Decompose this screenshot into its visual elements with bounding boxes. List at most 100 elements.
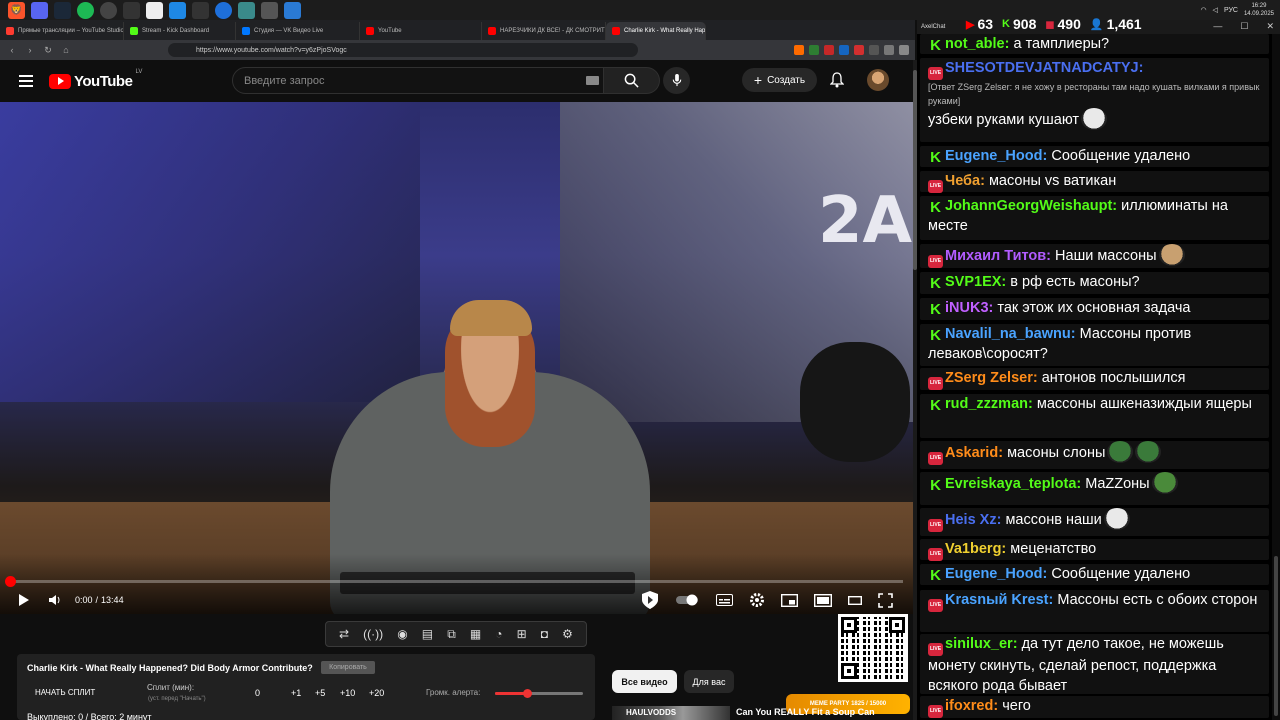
youtube-logo[interactable]: YouTube LV bbox=[49, 69, 142, 90]
chat-nickname[interactable]: Eugene_Hood: bbox=[945, 148, 1047, 164]
gear-icon[interactable]: ⚙ bbox=[562, 627, 573, 641]
increment-button[interactable]: +5 bbox=[315, 688, 325, 698]
settings-button[interactable] bbox=[749, 592, 765, 608]
clock[interactable]: 16:29 14.09.2025 bbox=[1244, 2, 1274, 18]
discord-icon[interactable] bbox=[31, 1, 48, 19]
steam-icon[interactable] bbox=[54, 1, 71, 19]
maximize-icon[interactable]: ☐ bbox=[1240, 21, 1248, 32]
avatar[interactable] bbox=[867, 69, 889, 91]
sponsor-button[interactable] bbox=[640, 590, 660, 610]
chat-nickname[interactable]: Чеба: bbox=[945, 173, 985, 189]
chat-nickname[interactable]: sinilux_er: bbox=[945, 636, 1018, 652]
add-box-icon[interactable]: ⊞ bbox=[517, 627, 527, 641]
notifications-button[interactable] bbox=[829, 72, 845, 93]
scrubber-handle[interactable] bbox=[5, 576, 16, 587]
mute-button[interactable] bbox=[48, 594, 61, 606]
browser-tab[interactable]: Студия — VK Видео Live bbox=[236, 22, 360, 40]
extension-icon[interactable] bbox=[854, 45, 864, 55]
camera-icon[interactable]: ◘ bbox=[541, 627, 548, 641]
chat-scrollbar[interactable] bbox=[1272, 34, 1280, 720]
app-icon[interactable] bbox=[192, 1, 209, 19]
search-input[interactable]: Введите запрос bbox=[232, 67, 604, 94]
back-icon[interactable]: ‹ bbox=[6, 45, 18, 55]
close-icon[interactable]: ✕ bbox=[1266, 21, 1274, 32]
chat-nickname[interactable]: Evreiskaya_teplota: bbox=[945, 476, 1081, 492]
increment-button[interactable]: +20 bbox=[369, 688, 384, 698]
subtitles-button[interactable] bbox=[716, 594, 733, 606]
browser-tab[interactable]: YouTube bbox=[360, 22, 482, 40]
chat-nickname[interactable]: JohannGeorgWeishaupt: bbox=[945, 198, 1117, 214]
language-indicator[interactable]: РУС bbox=[1224, 7, 1238, 14]
extension-icon[interactable] bbox=[839, 45, 849, 55]
extension-icon[interactable] bbox=[869, 45, 879, 55]
increment-button[interactable]: +1 bbox=[291, 688, 301, 698]
home-icon[interactable]: ⌂ bbox=[60, 45, 72, 55]
chat-nickname[interactable]: Eugene_Hood: bbox=[945, 566, 1047, 582]
extension-icon[interactable] bbox=[824, 45, 834, 55]
brave-icon[interactable]: 🦁 bbox=[8, 1, 25, 19]
extension-icon[interactable] bbox=[794, 45, 804, 55]
chat-nickname[interactable]: Askarid: bbox=[945, 445, 1003, 461]
chat-nickname[interactable]: rud_zzzman: bbox=[945, 396, 1033, 412]
chat-nickname[interactable]: Navalil_na_bawnu: bbox=[945, 326, 1076, 342]
repeat-icon[interactable]: ⇄ bbox=[339, 627, 349, 641]
cinema-button[interactable] bbox=[848, 595, 862, 605]
extension-icon[interactable] bbox=[809, 45, 819, 55]
video-player[interactable]: 2A bbox=[0, 102, 913, 614]
recommended-title[interactable]: Can You REALLY Fit a Soup Can bbox=[736, 707, 876, 717]
chat-nickname[interactable]: ifoxred: bbox=[945, 698, 998, 714]
menu-icon[interactable] bbox=[19, 75, 33, 87]
extension-icon[interactable] bbox=[899, 45, 909, 55]
chat-nickname[interactable]: Heis Xz: bbox=[945, 512, 1001, 528]
film-icon[interactable]: ▤ bbox=[422, 627, 433, 641]
autoplay-toggle[interactable] bbox=[676, 594, 700, 606]
browser-tab[interactable]: Прямые трансляции – YouTube Studio bbox=[0, 22, 124, 40]
browser-tab[interactable]: Stream - Kick Dashboard bbox=[124, 22, 236, 40]
forward-icon[interactable]: › bbox=[24, 45, 36, 55]
chat-nickname[interactable]: SVP1EX: bbox=[945, 274, 1006, 290]
theater-button[interactable] bbox=[814, 593, 832, 607]
create-button[interactable]: + Создать bbox=[742, 68, 817, 92]
extension-icon[interactable] bbox=[884, 45, 894, 55]
browser-tab[interactable]: Charlie Kirk - What Really Happened bbox=[606, 22, 706, 40]
chat-nickname[interactable]: ZSerg Zelser: bbox=[945, 370, 1038, 386]
broadcast-icon[interactable]: ((·)) bbox=[363, 627, 383, 641]
volume-icon[interactable]: ◁ bbox=[1213, 6, 1218, 14]
eye-icon[interactable]: ◉ bbox=[397, 627, 407, 641]
app-icon[interactable] bbox=[146, 1, 163, 19]
keyboard-icon[interactable] bbox=[586, 76, 599, 85]
progress-bar[interactable] bbox=[5, 576, 903, 587]
spotify-icon[interactable] bbox=[77, 1, 94, 19]
copy-button[interactable]: Копировать bbox=[321, 661, 375, 674]
obs-icon[interactable] bbox=[100, 1, 117, 19]
miniplayer-button[interactable] bbox=[781, 593, 798, 607]
app-icon[interactable] bbox=[169, 1, 186, 19]
start-split-button[interactable]: НАЧАТЬ СПЛИТ bbox=[35, 688, 95, 697]
search-button[interactable] bbox=[604, 67, 660, 94]
telegram-icon[interactable] bbox=[284, 1, 301, 19]
chip-for-you[interactable]: Для вас bbox=[684, 670, 734, 693]
wifi-icon[interactable]: ◠ bbox=[1200, 6, 1206, 14]
minimize-icon[interactable]: — bbox=[1213, 21, 1222, 32]
fullscreen-button[interactable] bbox=[878, 592, 893, 608]
crop-icon[interactable]: ⧉ bbox=[447, 627, 456, 642]
increment-button[interactable]: +10 bbox=[340, 688, 355, 698]
url-field[interactable]: https://www.youtube.com/watch?v=y6zPjoSV… bbox=[168, 43, 638, 57]
app-icon[interactable] bbox=[238, 1, 255, 19]
alert-volume-slider[interactable] bbox=[495, 689, 583, 698]
browser-tab[interactable]: НАРЕЗЧИКИ ДК ВСЕ! - ДК СМОТРИТ bbox=[482, 22, 606, 40]
app-icon[interactable] bbox=[261, 1, 278, 19]
grid-icon[interactable]: ▦ bbox=[470, 627, 481, 641]
split-value[interactable]: 0 bbox=[255, 688, 260, 698]
voice-search-button[interactable] bbox=[663, 67, 690, 94]
play-button[interactable] bbox=[18, 593, 30, 607]
recommended-thumbnail[interactable]: HAULVODDS bbox=[612, 706, 730, 720]
chip-all-videos[interactable]: Все видео bbox=[612, 670, 677, 693]
app-icon[interactable] bbox=[123, 1, 140, 19]
speed-icon[interactable]: ◔ bbox=[495, 627, 502, 641]
chat-nickname[interactable]: not_able: bbox=[945, 36, 1009, 52]
reload-icon[interactable]: ↻ bbox=[42, 45, 54, 56]
chat-nickname[interactable]: Va1berg: bbox=[945, 541, 1006, 557]
app-icon[interactable] bbox=[215, 1, 232, 19]
chat-nickname[interactable]: iNUK3: bbox=[945, 300, 993, 316]
